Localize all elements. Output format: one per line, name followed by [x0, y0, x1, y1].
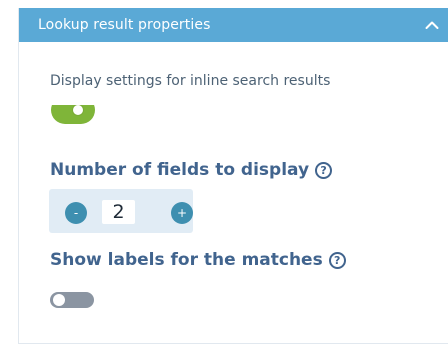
display-toggle[interactable] [51, 105, 95, 124]
lookup-properties-panel: Lookup result properties Display setting… [18, 8, 448, 344]
help-circle-icon[interactable]: ? [328, 252, 346, 269]
show-labels-label: Show labels for the matches [50, 250, 323, 270]
show-labels-toggle[interactable] [50, 292, 94, 308]
toggle-knob [73, 105, 83, 115]
toggle-knob [53, 294, 65, 306]
panel-title: Lookup result properties [38, 17, 211, 33]
display-toggle-wrap[interactable] [51, 105, 95, 128]
panel-header[interactable]: Lookup result properties [19, 8, 448, 42]
page: Lookup result properties Display setting… [0, 0, 448, 345]
stepper-value: 2 [112, 201, 125, 223]
decrement-button[interactable]: - [65, 202, 87, 224]
help-circle-icon[interactable]: ? [315, 162, 333, 179]
increment-button[interactable]: + [171, 202, 193, 224]
show-labels-heading: Show labels for the matches? [50, 250, 346, 270]
chevron-up-icon[interactable] [423, 16, 441, 34]
fields-to-display-heading: Number of fields to display? [50, 160, 333, 180]
fields-count-stepper: - 2 + [49, 189, 193, 233]
fields-to-display-label: Number of fields to display [50, 160, 310, 180]
display-settings-description: Display settings for inline search resul… [50, 73, 331, 89]
stepper-value-box[interactable]: 2 [102, 200, 135, 224]
